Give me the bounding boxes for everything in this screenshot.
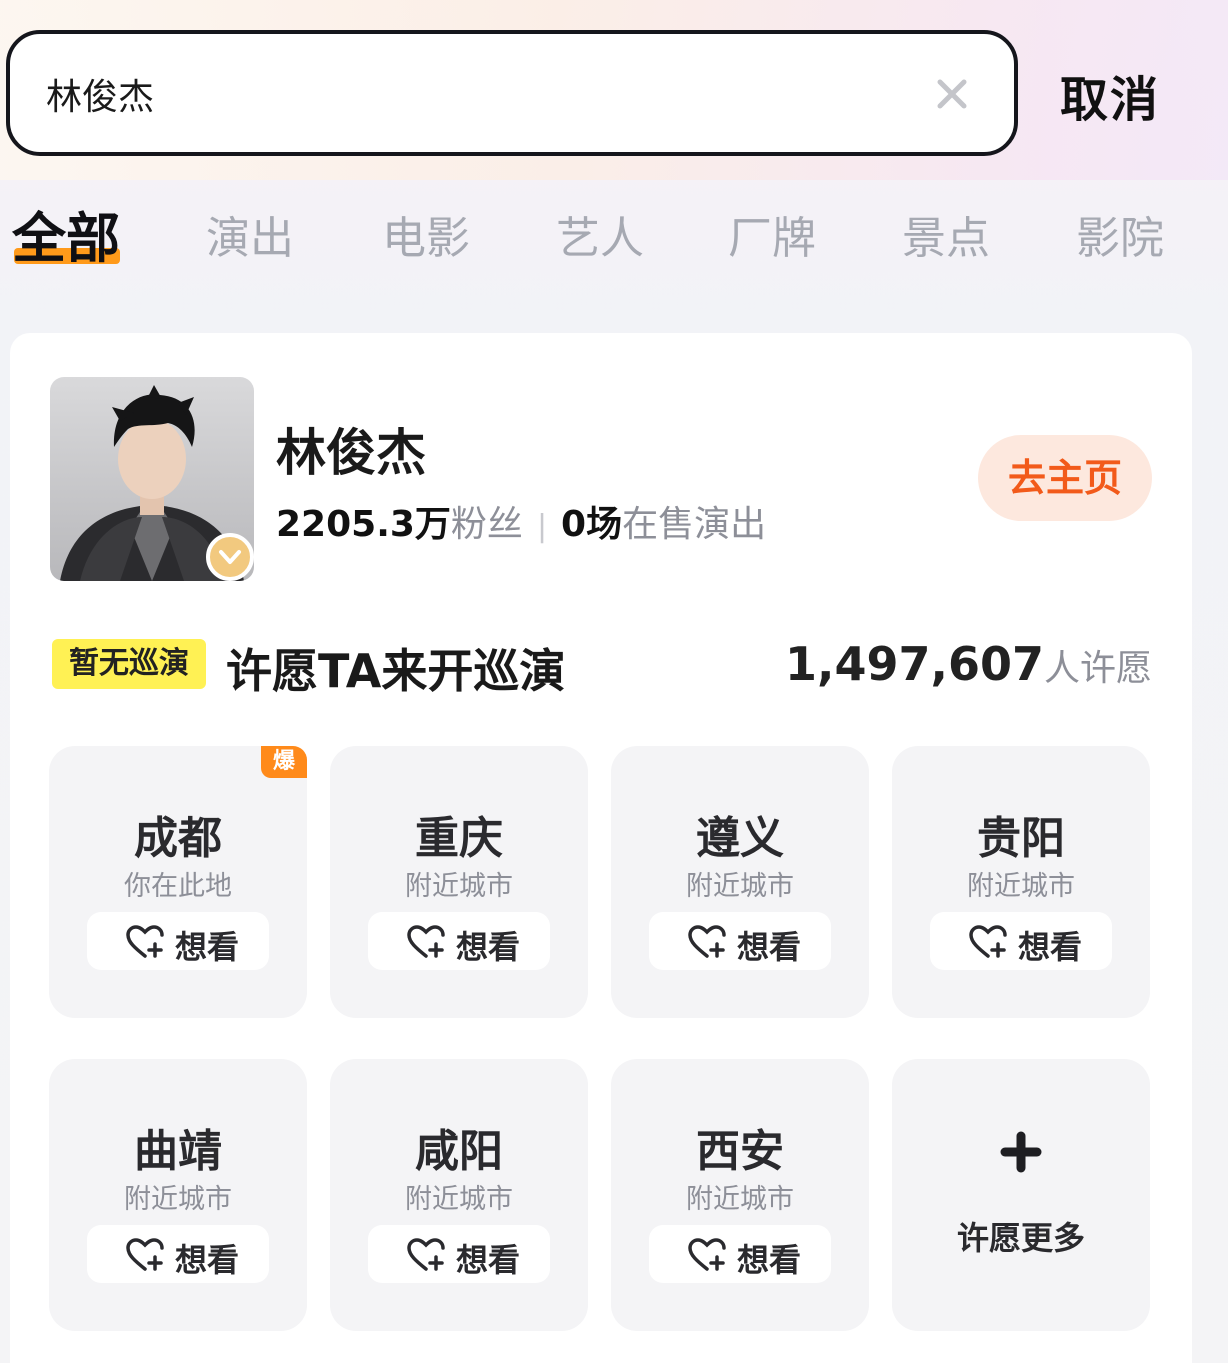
tab-shows[interactable]: 演出	[206, 202, 294, 266]
shows-count: 0场	[561, 504, 623, 545]
city-subtitle: 你在此地	[124, 871, 232, 902]
tab-cinemas[interactable]: 影院	[1076, 202, 1164, 266]
city-name: 贵阳	[977, 813, 1065, 864]
cancel-button[interactable]: 取消	[1060, 60, 1160, 130]
go-homepage-button[interactable]: 去主页	[978, 435, 1152, 521]
want-to-see-button[interactable]: 想看	[649, 1225, 831, 1283]
city-name: 重庆	[415, 813, 503, 864]
want-to-see-label: 想看	[737, 928, 802, 966]
heart-plus-icon	[126, 1238, 164, 1271]
city-card-qujing[interactable]: 曲靖 附近城市 想看	[49, 1059, 307, 1331]
city-card-xian[interactable]: 西安 附近城市 想看	[611, 1059, 869, 1331]
city-subtitle: 附近城市	[967, 871, 1075, 902]
want-to-see-button[interactable]: 想看	[368, 912, 550, 970]
heart-plus-icon	[407, 1238, 445, 1271]
city-name: 遵义	[696, 813, 784, 864]
clear-icon[interactable]	[932, 74, 972, 114]
want-to-see-label: 想看	[456, 1241, 521, 1279]
plus-icon	[1000, 1131, 1042, 1173]
city-subtitle: 附近城市	[405, 1184, 513, 1215]
city-subtitle: 附近城市	[405, 871, 513, 902]
want-to-see-label: 想看	[737, 1241, 802, 1279]
want-to-see-label: 想看	[175, 928, 240, 966]
tab-artists[interactable]: 艺人	[556, 202, 644, 266]
heart-plus-icon	[688, 925, 726, 958]
tour-wish-title: 许愿TA来开巡演	[226, 644, 566, 698]
search-input[interactable]	[46, 64, 906, 124]
wish-more-card[interactable]: 许愿更多	[892, 1059, 1150, 1331]
artist-card: 林俊杰 2205.3万粉丝 | 0场在售演出 去主页 暂无巡演 许愿TA来开巡演 1…	[10, 333, 1192, 1363]
city-name: 成都	[134, 813, 222, 864]
fans-label: 粉丝	[450, 504, 523, 545]
city-subtitle: 附近城市	[686, 871, 794, 902]
heart-plus-icon	[969, 925, 1007, 958]
heart-plus-icon	[688, 1238, 726, 1271]
no-tour-badge: 暂无巡演	[52, 639, 206, 689]
heart-plus-icon	[126, 925, 164, 958]
want-to-see-button[interactable]: 想看	[930, 912, 1112, 970]
artist-name: 林俊杰	[276, 424, 426, 482]
city-name: 曲靖	[134, 1126, 222, 1177]
city-name: 西安	[696, 1126, 784, 1177]
want-to-see-label: 想看	[1018, 928, 1083, 966]
city-card-chongqing[interactable]: 重庆 附近城市 想看	[330, 746, 588, 1018]
want-to-see-label: 想看	[175, 1241, 240, 1279]
want-to-see-label: 想看	[456, 928, 521, 966]
wish-more-label: 许愿更多	[956, 1219, 1085, 1257]
heart-plus-icon	[407, 925, 445, 958]
tab-attractions[interactable]: 景点	[902, 202, 990, 266]
wish-count-number: 1,497,607	[784, 637, 1044, 691]
city-card-chengdu[interactable]: 爆 成都 你在此地 想看	[49, 746, 307, 1018]
tab-labels[interactable]: 厂牌	[728, 202, 816, 266]
want-to-see-button[interactable]: 想看	[649, 912, 831, 970]
stats-divider: |	[536, 509, 548, 544]
hot-badge: 爆	[261, 746, 307, 778]
tab-all[interactable]: 全部	[12, 194, 120, 273]
verified-badge-icon	[206, 533, 254, 581]
city-card-xianyang[interactable]: 咸阳 附近城市 想看	[330, 1059, 588, 1331]
city-name: 咸阳	[415, 1126, 503, 1177]
category-tabs: 全部 演出 电影 艺人 厂牌 景点 影院	[0, 190, 1228, 280]
want-to-see-button[interactable]: 想看	[368, 1225, 550, 1283]
wish-count: 1,497,607人许愿	[785, 637, 1152, 691]
wish-count-unit: 人许愿	[1043, 648, 1152, 689]
city-card-zunyi[interactable]: 遵义 附近城市 想看	[611, 746, 869, 1018]
want-to-see-button[interactable]: 想看	[87, 1225, 269, 1283]
city-card-guiyang[interactable]: 贵阳 附近城市 想看	[892, 746, 1150, 1018]
fans-count: 2205.3万	[276, 504, 451, 545]
tab-movies[interactable]: 电影	[382, 202, 470, 266]
artist-stats: 2205.3万粉丝 | 0场在售演出	[276, 495, 766, 547]
city-subtitle: 附近城市	[124, 1184, 232, 1215]
want-to-see-button[interactable]: 想看	[87, 912, 269, 970]
shows-label: 在售演出	[622, 504, 767, 545]
city-subtitle: 附近城市	[686, 1184, 794, 1215]
search-box[interactable]	[6, 30, 1018, 156]
